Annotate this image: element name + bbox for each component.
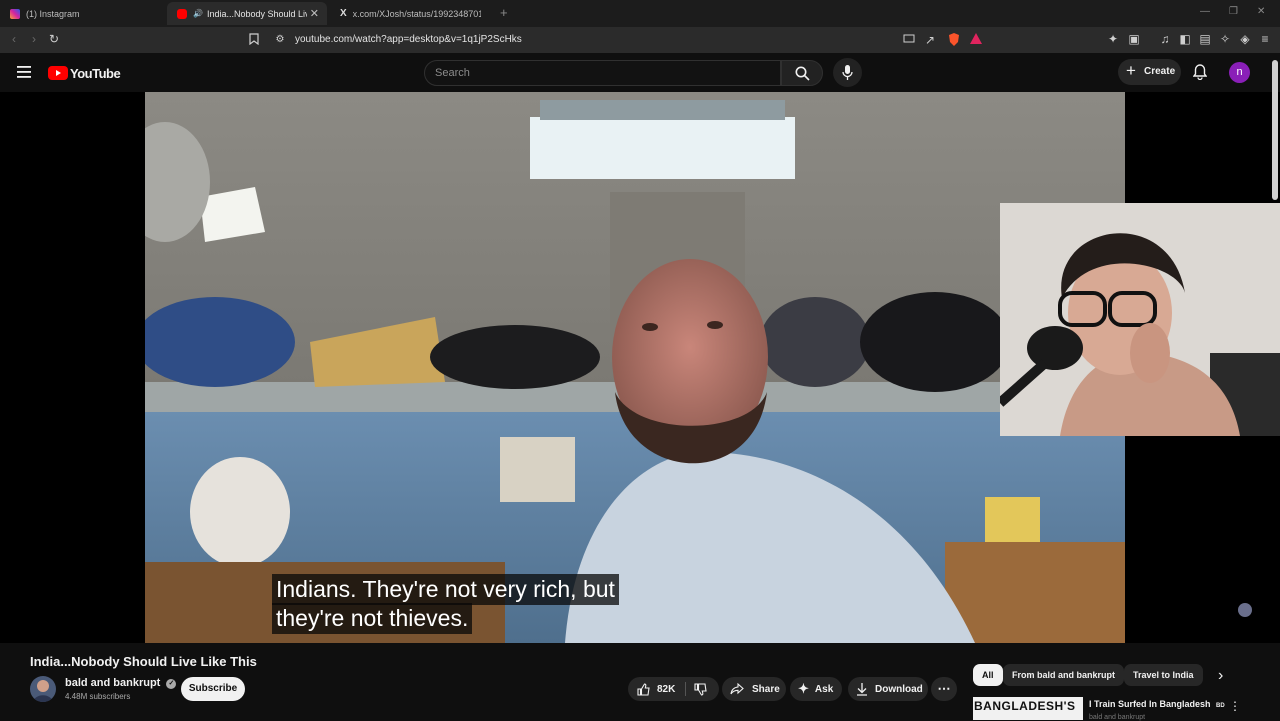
brave-shield-icon[interactable] [947,33,961,47]
address-bar[interactable]: ⚙ youtube.com/watch?app=desktop&v=1q1jP2… [249,30,993,50]
subscribe-button[interactable]: Subscribe [181,677,245,701]
caption-line-1: Indians. They're not very rich, but [272,574,619,605]
divider [685,682,686,696]
more-actions-button[interactable]: ⋯ [931,677,957,701]
youtube-icon [177,8,187,19]
download-icon [857,682,867,696]
thumbnail-text: BANGLADESH'S [974,699,1076,713]
chevron-right-icon[interactable]: › [1218,667,1223,685]
like-button[interactable]: 82K [628,677,684,701]
new-tab-icon[interactable]: + [500,5,508,20]
reload-icon[interactable]: ↻ [47,32,61,46]
restore-icon[interactable]: ❐ [1229,6,1238,17]
chip-travel-india[interactable]: Travel to India [1124,664,1203,686]
youtube-header: YouTube Search + Create n [0,53,1280,92]
media-icon[interactable]: ♫ [1158,32,1172,46]
video-player[interactable]: Indians. They're not very rich, but they… [0,92,1280,643]
streamer-webcam-image [1000,203,1280,436]
search-button[interactable] [781,60,823,86]
url-text[interactable]: youtube.com/watch?app=desktop&v=1q1jP2Sc… [295,34,522,45]
chip-all[interactable]: All [973,664,1003,686]
leo-icon[interactable]: ✧ [1218,32,1232,46]
notifications-bell-icon[interactable] [1192,64,1208,85]
share-page-icon[interactable]: ↗ [923,33,937,47]
webcam-overlay [1000,203,1280,436]
share-icon [730,683,744,695]
window-close-icon[interactable]: ✕ [1257,6,1265,17]
minimize-icon[interactable]: — [1200,6,1210,17]
video-scene-image [145,92,1125,643]
video-title: India...Nobody Should Live Like This [30,654,257,669]
browser-tab-strip: (1) Instagram 🔊 India...Nobody Should Li… [0,0,1280,27]
account-avatar[interactable]: n [1229,62,1250,83]
create-label: Create [1144,66,1176,77]
related-more-icon[interactable]: ⋮ [1229,699,1241,713]
instagram-icon [10,8,20,19]
video-frame[interactable] [145,92,1125,643]
ask-label: Ask [814,683,834,695]
caption-line-2: they're not thieves. [272,603,473,634]
share-label: Share [752,683,780,695]
share-button[interactable]: Share [722,677,786,701]
tabs-icon[interactable]: ▤ [1198,32,1212,46]
create-button[interactable]: + Create [1118,59,1181,85]
download-button[interactable]: Download [848,677,928,701]
thumbs-up-icon [637,682,650,696]
close-icon[interactable]: ✕ [310,7,319,20]
browser-toolbar: ‹ › ↻ ⚙ youtube.com/watch?app=desktop&v=… [0,27,1280,53]
logo-text: YouTube [70,65,121,81]
x-logo-icon: X [340,8,347,19]
youtube-logo[interactable]: YouTube [48,65,121,81]
youtube-play-icon [48,66,68,80]
dislike-button[interactable] [689,677,719,701]
tab-x[interactable]: X x.com/XJosh/status/1992348701793... [330,2,490,25]
speaker-icon: 🔊 [193,9,203,18]
subscriber-count: 4.48M subscribers [65,692,131,701]
cast-icon[interactable] [902,33,916,47]
hamburger-menu-icon[interactable] [17,65,31,78]
related-video-thumbnail[interactable]: BANGLADESH'S [973,697,1083,720]
microphone-icon [842,65,853,80]
site-info-icon[interactable]: ⚙ [273,33,287,47]
tab-youtube[interactable]: 🔊 India...Nobody Should Live Li... ✕ [167,2,327,25]
rewards-icon[interactable] [969,33,983,47]
vpn-icon[interactable]: ◈ [1238,32,1252,46]
related-video-title[interactable]: I Train Surfed In Bangladesh BD [1089,699,1225,709]
like-count: 82K [657,683,676,695]
sparkle-icon: ✦ [798,681,809,696]
plus-icon: + [1126,61,1136,80]
more-icon: ⋯ [937,681,951,696]
related-title-text: I Train Surfed In Bangladesh [1089,699,1211,709]
thumbs-down-icon [694,683,707,696]
tab-label: x.com/XJosh/status/1992348701793... [352,8,481,19]
flag-label: BD [1216,703,1225,709]
menu-icon[interactable]: ≡ [1258,32,1272,46]
search-placeholder: Search [435,67,470,79]
bookmark-icon[interactable] [247,33,261,47]
like-dislike-group: 82K [628,677,719,701]
chip-from-channel[interactable]: From bald and bankrupt [1003,664,1125,686]
channel-name-text: bald and bankrupt [65,677,161,689]
voice-search-button[interactable] [833,58,862,87]
sidebar-icon[interactable]: ◧ [1178,32,1192,46]
forward-icon[interactable]: › [27,32,41,46]
channel-watermark-icon[interactable] [1238,603,1252,617]
download-label: Download [875,683,923,695]
tab-instagram[interactable]: (1) Instagram [0,2,165,25]
verified-badge-icon: ✓ [166,679,177,689]
search-input[interactable]: Search [424,60,781,86]
extensions-icon[interactable]: ✦ [1106,32,1120,46]
channel-avatar[interactable] [30,676,56,702]
wallet-icon[interactable]: ▣ [1127,32,1141,46]
page-scrollbar[interactable] [1272,60,1278,200]
tab-label: (1) Instagram [26,8,80,19]
back-icon[interactable]: ‹ [7,32,21,46]
ask-button[interactable]: ✦ Ask [790,677,842,701]
search-icon [795,66,810,81]
channel-name[interactable]: bald and bankrupt ✓ [65,677,177,689]
tab-label: India...Nobody Should Live Li... [206,8,307,19]
